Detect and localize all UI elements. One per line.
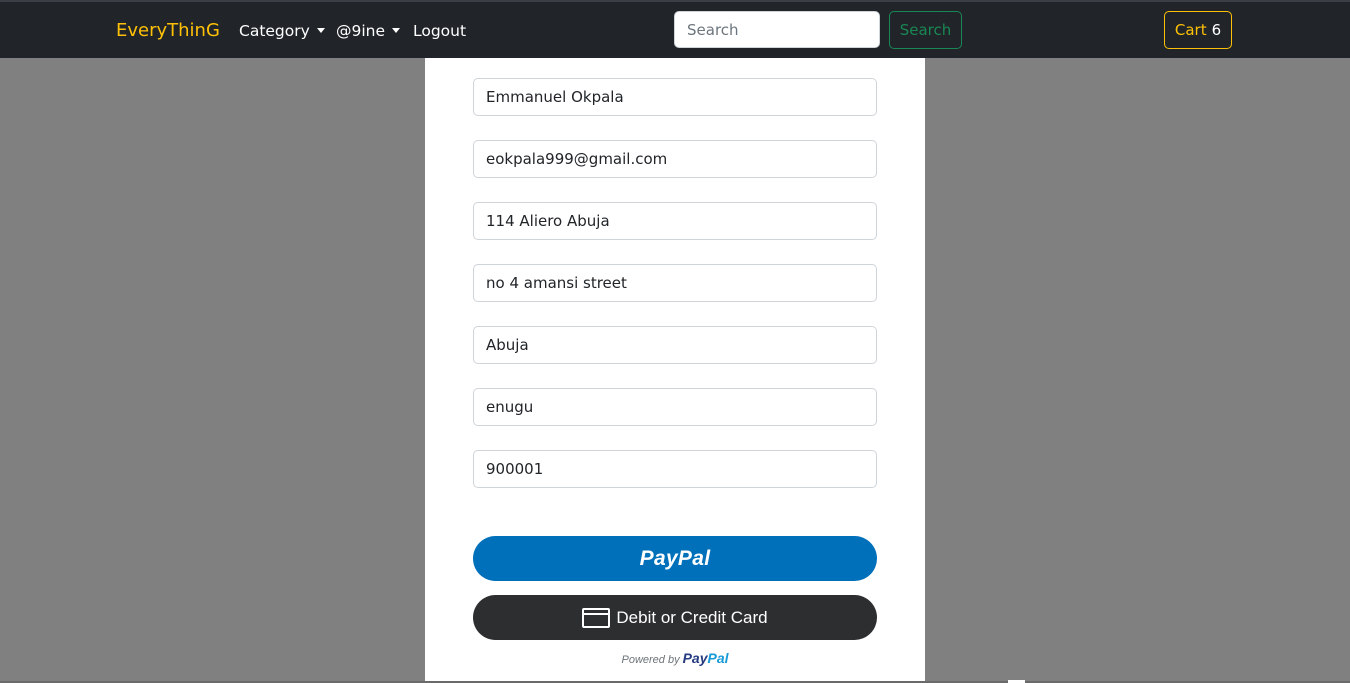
user-dropdown[interactable]: @9ine [336,22,401,40]
name-field[interactable] [473,78,877,116]
credit-card-icon [582,607,611,629]
brand-link[interactable]: EveryThinG [116,20,220,42]
powered-logo-pal: Pal [707,650,729,666]
powered-logo-pay: Pay [682,650,708,666]
caret-down-icon [392,28,401,33]
city-field[interactable] [473,326,877,364]
paypal-logo: PayPal [639,546,711,570]
powered-by-paypal: Powered by PayPal [425,650,925,668]
logout-link[interactable]: Logout [413,22,466,40]
zip-field[interactable] [473,450,877,488]
navbar: EveryThinG Category @9ine Logout Search … [0,2,1350,58]
cart-button[interactable]: Cart 6 [1164,11,1232,49]
caret-down-icon [316,28,325,33]
search-input[interactable] [674,11,880,48]
checkout-panel: PayPal Debit or Credit Card Powered byPa… [425,58,925,681]
powered-by-text: Powered by [621,654,680,666]
address-field[interactable] [473,202,877,240]
user-label: @9ine [336,22,386,40]
category-label: Category [239,22,310,40]
cart-count-badge: 6 [1211,21,1222,39]
category-dropdown[interactable]: Category [239,22,325,40]
search-button[interactable]: Search [889,11,962,49]
state-field[interactable] [473,388,877,426]
paypal-button[interactable]: PayPal [473,536,877,581]
address2-field[interactable] [473,264,877,302]
debit-credit-card-button[interactable]: Debit or Credit Card [473,595,877,640]
cart-label: Cart [1174,21,1207,39]
email-field[interactable] [473,140,877,178]
card-button-label: Debit or Credit Card [616,607,768,627]
